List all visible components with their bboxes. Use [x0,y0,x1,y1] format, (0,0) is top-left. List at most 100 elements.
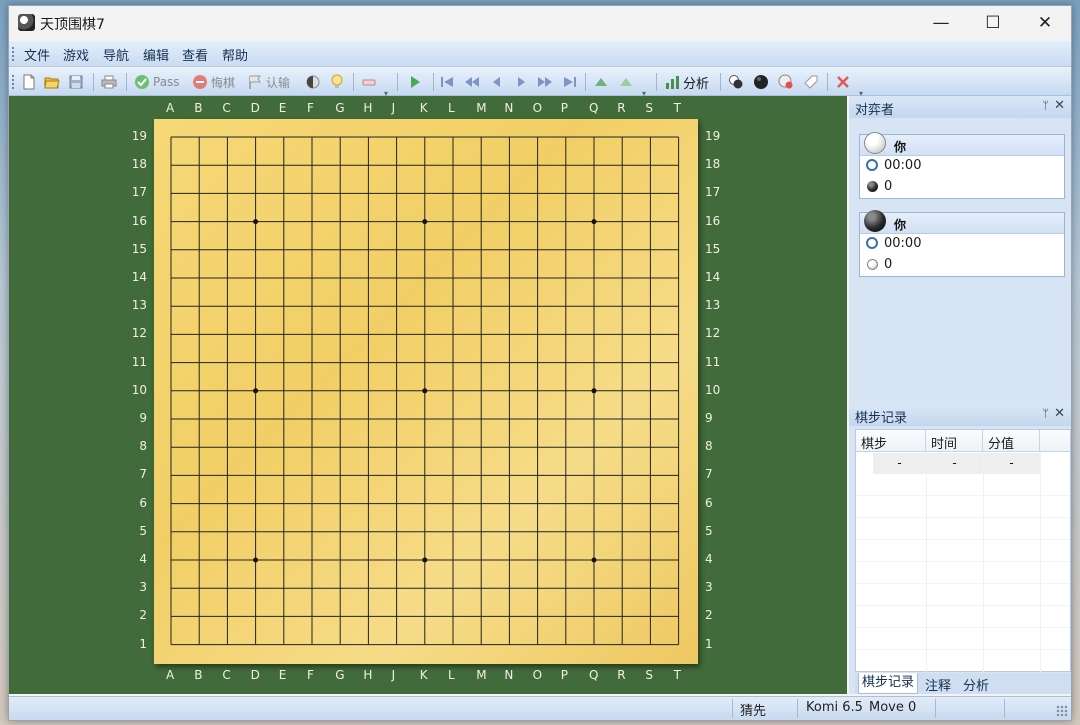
menu-view[interactable]: 查看 [182,45,208,64]
column-header-time[interactable]: 时间 [926,430,983,452]
column-label: K [419,668,428,682]
delete-icon[interactable] [835,73,851,91]
resize-grip-icon[interactable] [1056,705,1068,717]
play-icon[interactable] [407,73,423,91]
row-label: 17 [705,185,721,200]
status-move: Move 0 [869,700,917,715]
star-point [253,219,259,225]
table-cell[interactable]: - [983,453,1040,474]
resign-button[interactable]: 认输 [247,73,290,91]
pin-icon[interactable]: ᛘ [1042,407,1049,420]
tab-analysis[interactable]: 分析 [963,675,989,694]
stones-icon[interactable] [728,73,744,91]
tab-comments[interactable]: 注释 [925,675,951,694]
last-move-icon[interactable] [562,73,578,91]
row-label: 18 [131,157,147,172]
eraser-icon[interactable] [361,73,377,91]
column-label: C [222,101,231,115]
title-bar: 天顶围棋7 — ☐ ✕ [9,6,1071,40]
column-label: R [617,101,626,115]
player-card-white: 你 00:00 0 [859,132,1065,199]
column-header-blank [1040,430,1070,452]
go-board[interactable] [154,119,698,664]
black-stone-icon[interactable] [753,73,769,91]
column-label: D [250,101,260,115]
row-label: 5 [139,523,147,538]
column-label: M [476,101,487,115]
board-area: A A B B C C D D E E F F G G H H J J K K L L M M N N O O P P Q Q R R S S T T 19… [9,96,847,694]
save-icon[interactable] [68,73,84,91]
move-record-table[interactable]: 棋步 时间 分值 - - - [855,429,1071,672]
previous-move-icon[interactable] [489,73,505,91]
open-folder-icon[interactable] [44,73,60,91]
pass-button[interactable]: Pass [134,73,180,91]
minimize-button[interactable]: — [915,6,967,40]
row-label: 14 [705,270,721,284]
menu-file[interactable]: 文件 [24,45,50,64]
column-label: L [448,668,455,682]
close-panel-icon[interactable]: ✕ [1054,406,1065,421]
column-label: D [250,668,260,682]
rewind-icon[interactable] [464,73,480,91]
row-label: 9 [705,411,713,425]
player-captures: 0 [884,179,893,194]
black-stone-icon [864,210,886,232]
column-header-score[interactable]: 分值 [983,430,1040,452]
menu-game[interactable]: 游戏 [63,45,89,64]
captured-stone-icon [867,259,878,270]
branch-up-icon[interactable] [593,73,609,91]
column-label: P [560,101,569,115]
row-label: 7 [705,467,713,482]
first-move-icon[interactable] [439,73,455,91]
maximize-button[interactable]: ☐ [967,6,1019,40]
menu-help[interactable]: 帮助 [222,45,248,64]
branch-down-icon[interactable] [618,73,634,91]
star-point [422,388,428,394]
stone-score-icon[interactable] [778,73,794,91]
next-move-icon[interactable] [513,73,529,91]
column-label: T [673,101,681,115]
row-label: 2 [705,608,713,623]
column-label: L [448,101,455,115]
toolbar: Pass 悔棋 认输 ▾ ▾ 分析 ▾ [9,68,1071,98]
estimate-icon[interactable] [305,73,321,91]
close-panel-icon[interactable]: ✕ [1054,98,1065,113]
row-label: 1 [705,636,713,651]
column-label: H [363,101,373,115]
side-panel: 对弈者 ᛘ ✕ 你 00:00 0 你 00:00 0 棋步记录 ᛘ ✕ 棋步 … [849,96,1071,694]
new-file-icon[interactable] [21,73,37,91]
table-cell[interactable]: - [926,453,983,474]
tag-icon[interactable] [803,73,819,91]
column-label: B [194,101,203,115]
star-point [422,219,428,225]
row-label: 15 [705,241,721,256]
undo-button[interactable]: 悔棋 [192,73,235,91]
bar-chart-icon [666,76,679,89]
close-button[interactable]: ✕ [1019,6,1071,40]
status-mode: 猜先 [740,704,767,719]
menu-navigate[interactable]: 导航 [103,45,129,64]
fast-forward-icon[interactable] [537,73,553,91]
analyze-button[interactable]: 分析 [665,73,709,92]
table-cell[interactable]: - [873,453,926,474]
players-panel-title: 对弈者 [855,103,895,118]
column-label: J [391,668,396,682]
player-name: 你 [894,218,907,232]
column-label: S [645,101,654,115]
board-grid [170,136,680,646]
records-panel-header: 棋步记录 ᛘ ✕ [849,404,1071,426]
column-label: A [166,668,175,682]
column-header-move[interactable]: 棋步 [856,430,926,452]
star-point [253,557,259,563]
menu-edit[interactable]: 编辑 [143,45,169,64]
tab-move-record[interactable]: 棋步记录 [858,673,919,694]
row-label: 15 [131,241,147,256]
row-label: 19 [131,129,147,143]
column-label: B [194,668,203,682]
hint-bulb-icon[interactable] [329,73,345,91]
captured-stone-icon [867,181,878,192]
pin-icon[interactable]: ᛘ [1042,99,1049,112]
print-icon[interactable] [101,73,117,91]
flag-icon [249,75,261,89]
app-logo-icon [18,14,35,31]
